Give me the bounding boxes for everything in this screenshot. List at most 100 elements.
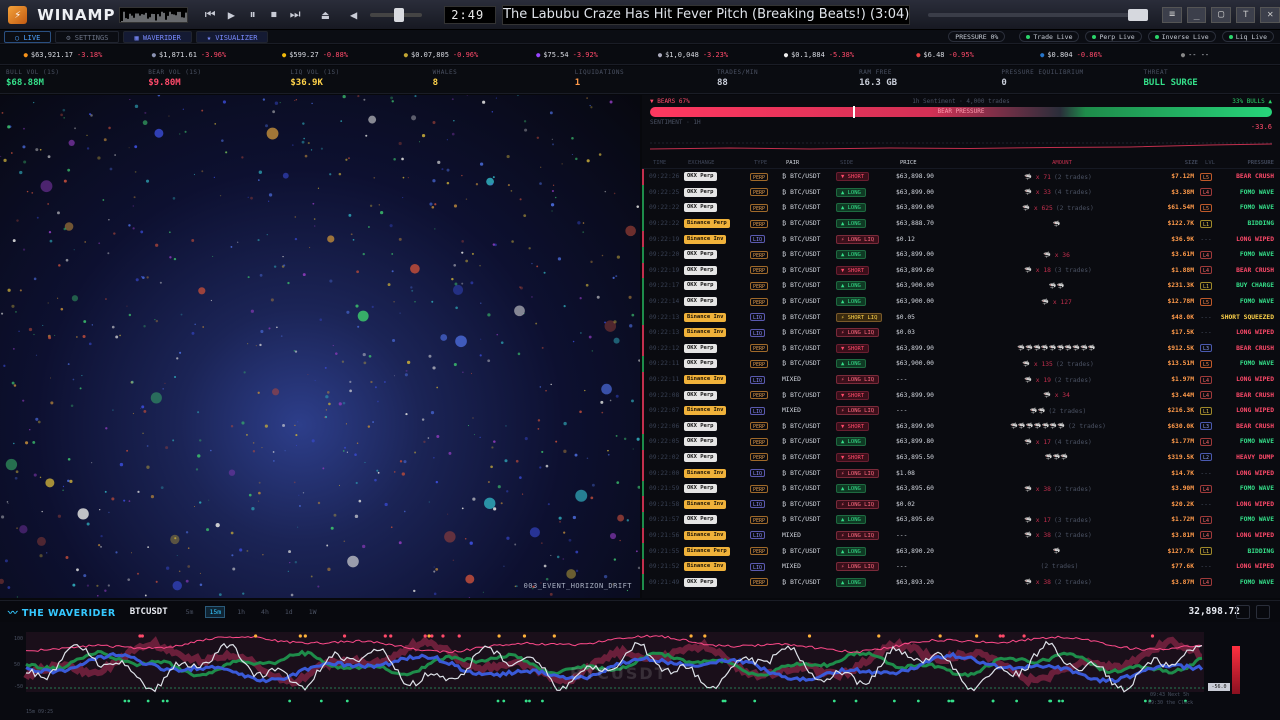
column-header[interactable]: EXCHANGE [688, 160, 754, 166]
ticker-change: -3.96% [200, 50, 227, 59]
table-row[interactable]: 09:21:56 Binance Inv LIQ MIXED ⚡ LONG LIQ ---… [642, 527, 1280, 544]
close-icon[interactable]: ✕ [1260, 6, 1280, 23]
column-header[interactable]: PRESSURE [1222, 160, 1280, 166]
eject-icon[interactable]: ⏏ [319, 8, 331, 22]
maximize-icon[interactable]: ▢ [1211, 6, 1231, 23]
table-row[interactable]: 09:22:08 OKX Perp PERP ₿ BTC/USDT ▼ SHORT $63… [642, 387, 1280, 403]
table-row[interactable]: 09:21:49 OKX Perp PERP ₿ BTC/USDT ▲ LONG $63,… [642, 574, 1280, 591]
level-badge: L1 [1199, 281, 1213, 290]
table-row[interactable]: 09:21:52 Binance Inv LIQ MIXED ⚡ LONG LIQ ---… [642, 558, 1280, 575]
exchange-badge: OKX Perp [684, 421, 717, 431]
timeframe-5m[interactable]: 5m [182, 606, 198, 618]
timeframe-1h[interactable]: 1h [233, 606, 249, 618]
table-row[interactable]: 09:22:14 OKX Perp PERP ₿ BTC/USDT ▲ LONG $63,… [642, 293, 1280, 310]
pair-cell: ₿ BTC/USDT [782, 188, 821, 196]
table-row[interactable]: 09:22:00 Binance Inv LIQ ₿ BTC/USDT ⚡ LONG L… [642, 465, 1280, 481]
tab-live[interactable]: ○ LIVE [4, 30, 52, 43]
pressure-cell: LONG WIPED [1236, 500, 1274, 508]
ticker-item[interactable]: ● $0.804 -0.86% [1008, 51, 1134, 59]
table-row[interactable]: 09:21:59 OKX Perp PERP ₿ BTC/USDT ▲ LONG $63,… [642, 480, 1280, 497]
stop-icon[interactable]: ⏹ [268, 7, 280, 22]
side-cell: ⚡ LONG LIQ [836, 406, 896, 416]
pair-cell: MIXED [782, 407, 801, 415]
table-row[interactable]: 09:22:17 OKX Perp PERP ₿ BTC/USDT ▲ LONG $63,… [642, 278, 1280, 294]
pause-icon[interactable]: ⏸ [247, 7, 259, 22]
ticker-item[interactable]: ● $1,0,048 -3.23% [630, 51, 756, 59]
play-icon[interactable]: ▶ [225, 8, 237, 22]
level-badge: L4 [1199, 250, 1213, 259]
shade-icon[interactable]: ⊤ [1235, 6, 1256, 23]
table-row[interactable]: 09:22:07 Binance Inv LIQ MIXED ⚡ LONG LIQ ---… [642, 402, 1280, 419]
timeframe-1W[interactable]: 1W [305, 606, 321, 618]
volume-slider[interactable] [369, 7, 423, 22]
column-header[interactable]: AMOUNT [982, 160, 1142, 166]
table-row[interactable]: 09:22:22 Binance Perp PERP ₿ BTC/USDT ▲ LONG… [642, 215, 1280, 232]
side-cell: ▲ LONG [836, 577, 896, 587]
seek-knob[interactable] [1128, 8, 1149, 21]
table-row[interactable]: 09:22:26 OKX Perp PERP ₿ BTC/USDT ▼ SHORT $63… [642, 169, 1280, 185]
ticker-item[interactable]: ● $1,871.61 -3.96% [126, 51, 252, 59]
type-badge: PERP [750, 437, 769, 446]
ticker-item[interactable]: ● -- -- [1134, 51, 1260, 59]
pressure-cell: FOMO WAVE [1239, 251, 1274, 259]
ticker-item[interactable]: ● $6.48 -0.95% [882, 51, 1008, 59]
exchange-cell: OKX Perp [684, 281, 750, 291]
ticker-item[interactable]: ● $0.1,884 -5.38% [756, 51, 882, 59]
expand-icon[interactable] [1236, 605, 1250, 619]
ticker-item[interactable]: ● $0.07,805 -0.96% [378, 51, 504, 59]
seek-slider[interactable] [928, 8, 1149, 21]
amount-cell: 🦈 x 135 (2 trades) [978, 360, 1138, 368]
table-row[interactable]: 09:22:06 OKX Perp PERP ₿ BTC/USDT ▼ SHORT $63… [642, 418, 1280, 435]
ticker-item[interactable]: ● $63,921.17 -3.18% [0, 51, 126, 59]
ticker-item[interactable]: ● $599.27 -0.88% [252, 51, 378, 59]
tab-waverider[interactable]: ▦ WAVERIDER [123, 30, 192, 43]
column-header[interactable]: TYPE [754, 160, 786, 166]
column-header[interactable]: PRICE [900, 160, 982, 166]
next-icon[interactable]: ⏭ [289, 7, 301, 22]
table-row[interactable]: 09:21:57 OKX Perp PERP ₿ BTC/USDT ▲ LONG $63,… [642, 512, 1280, 528]
table-row[interactable]: 09:22:19 OKX Perp PERP ₿ BTC/USDT ▼ SHORT $63… [642, 262, 1280, 279]
table-row[interactable]: 09:22:19 Binance Inv LIQ ₿ BTC/USDT ⚡ LONG L… [642, 231, 1280, 247]
perp-live-label: Perp Live [1099, 33, 1135, 41]
minimize-icon[interactable]: _ [1186, 6, 1207, 23]
volume-knob[interactable] [393, 7, 404, 22]
pressure-cell: FOMO WAVE [1239, 516, 1274, 524]
table-row[interactable]: 09:22:11 OKX Perp PERP ₿ BTC/USDT ▲ LONG $63,… [642, 356, 1280, 372]
table-row[interactable]: 09:22:11 Binance Inv LIQ MIXED ⚡ LONG LIQ ---… [642, 371, 1280, 388]
tab-settings[interactable]: ⚙ SETTINGS [55, 30, 120, 43]
table-row[interactable]: 09:22:22 OKX Perp PERP ₿ BTC/USDT ▲ LONG $63,… [642, 200, 1280, 216]
size-cell: $12.78M [1167, 298, 1194, 306]
coin-icon: ● [151, 50, 156, 59]
table-row[interactable]: 09:22:20 OKX Perp PERP ₿ BTC/USDT ▲ LONG $63,… [642, 246, 1280, 263]
column-header[interactable]: TIME [648, 160, 688, 166]
exchange-badge: OKX Perp [684, 437, 717, 447]
table-row[interactable]: 09:21:55 Binance Perp PERP ₿ BTC/USDT ▲ LONG… [642, 543, 1280, 559]
type-cell: LIQ [750, 469, 782, 478]
table-row[interactable]: 09:22:13 Binance Inv LIQ ₿ BTC/USDT ⚡ SHORT … [642, 309, 1280, 325]
previous-icon[interactable]: ⏮ [204, 7, 216, 22]
table-row[interactable]: 09:22:02 OKX Perp PERP ₿ BTC/USDT ▼ SHORT $63… [642, 449, 1280, 466]
size-cell: $231.3K [1167, 282, 1194, 290]
exchange-badge: OKX Perp [684, 343, 717, 353]
waverider-chart[interactable]: 100 50 -50 BTCUSDT -56.0 15m 09:25 09:43… [0, 622, 1280, 720]
table-row[interactable]: 09:22:25 OKX Perp PERP ₿ BTC/USDT ▲ LONG $63,… [642, 184, 1280, 201]
visualizer-panel[interactable]: 003_EVENT_HORIZON_DRIFT [0, 95, 640, 598]
column-header[interactable]: PAIR [786, 160, 840, 166]
table-row[interactable]: 09:22:05 OKX Perp PERP ₿ BTC/USDT ▲ LONG $63,… [642, 434, 1280, 450]
table-row[interactable]: 09:21:58 Binance Inv LIQ ₿ BTC/USDT ⚡ LONG L… [642, 496, 1280, 513]
winamp-logo-icon[interactable]: ⚡ [8, 5, 28, 24]
column-header[interactable]: LVL [1198, 160, 1222, 166]
ticker-item[interactable]: ● $75.54 -3.92% [504, 51, 630, 59]
timeframe-4h[interactable]: 4h [257, 606, 273, 618]
timeframe-1d[interactable]: 1d [281, 606, 297, 618]
column-header[interactable]: SIZE [1142, 160, 1198, 166]
amount-cell: 🦈 x 19 (2 trades) [978, 376, 1138, 384]
column-header[interactable]: SIDE [840, 160, 900, 166]
tab-visualizer[interactable]: ★ VISUALIZER [195, 30, 269, 43]
timeframe-15m[interactable]: 15m [205, 605, 226, 618]
settings-icon[interactable] [1256, 605, 1270, 619]
table-row[interactable]: 09:22:13 Binance Inv LIQ ₿ BTC/USDT ⚡ LONG L… [642, 324, 1280, 341]
table-row[interactable]: 09:22:12 OKX Perp PERP ₿ BTC/USDT ▼ SHORT $63… [642, 340, 1280, 357]
window-menu-icon[interactable]: ≡ [1162, 6, 1182, 23]
mini-visualizer[interactable] [119, 6, 189, 23]
